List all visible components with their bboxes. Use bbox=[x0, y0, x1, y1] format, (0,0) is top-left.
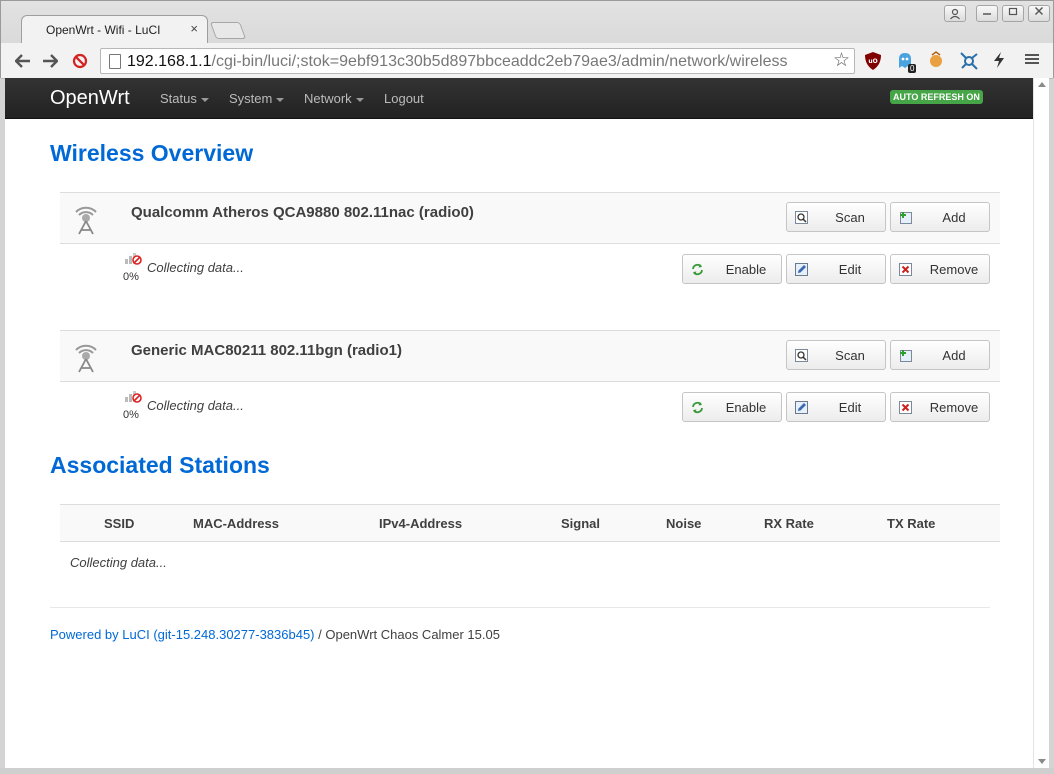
brand-logo[interactable]: OpenWrt bbox=[50, 87, 130, 110]
svg-text:uO: uO bbox=[868, 58, 877, 65]
page-icon bbox=[109, 54, 121, 69]
tab-close-icon[interactable]: × bbox=[190, 21, 198, 36]
maximize-icon[interactable] bbox=[1002, 5, 1024, 22]
signal-percent: 0% bbox=[123, 271, 139, 283]
wifi-device-icon bbox=[75, 206, 97, 235]
add-icon bbox=[900, 212, 912, 224]
column-header[interactable]: MAC-Address bbox=[193, 516, 279, 531]
column-header[interactable]: Noise bbox=[666, 516, 701, 531]
wifi-network-row: 0% Collecting data... Enable Edit Remove bbox=[60, 244, 1000, 294]
edit-icon bbox=[795, 401, 808, 414]
nav-network[interactable]: Network bbox=[304, 91, 364, 106]
lightning-icon[interactable] bbox=[992, 51, 1012, 71]
menu-icon[interactable] bbox=[1024, 51, 1044, 71]
column-header[interactable]: TX Rate bbox=[887, 516, 935, 531]
minimize-icon[interactable] bbox=[976, 5, 998, 22]
window-bottom-edge bbox=[0, 768, 1054, 774]
vertical-scrollbar[interactable] bbox=[1033, 78, 1049, 768]
ublock-icon[interactable]: uO bbox=[864, 51, 884, 71]
signal-none-icon bbox=[125, 391, 142, 403]
associated-stations-title: Associated Stations bbox=[50, 452, 270, 478]
add-icon bbox=[900, 350, 912, 362]
reload-icon bbox=[692, 401, 703, 414]
profile-icon[interactable] bbox=[944, 5, 966, 22]
extension-network-icon[interactable] bbox=[959, 51, 979, 71]
forward-icon[interactable] bbox=[40, 51, 60, 71]
edit-button[interactable]: Edit bbox=[786, 392, 886, 422]
column-header[interactable]: SSID bbox=[104, 516, 134, 531]
footer-divider bbox=[50, 607, 990, 608]
auto-refresh-toggle[interactable]: AUTO REFRESH ON bbox=[890, 90, 983, 104]
browser-tab[interactable]: OpenWrt - Wifi - LuCI × bbox=[21, 15, 208, 43]
edit-icon bbox=[795, 263, 808, 276]
signal-none-icon bbox=[125, 253, 142, 265]
scan-button[interactable]: Scan bbox=[786, 202, 886, 232]
wifi-network-row: 0% Collecting data... Enable Edit Remove bbox=[60, 382, 1000, 432]
stop-icon[interactable] bbox=[70, 51, 90, 71]
ghostery-icon[interactable]: 0 bbox=[896, 51, 917, 73]
remove-icon bbox=[899, 401, 912, 414]
tab-strip: OpenWrt - Wifi - LuCI × bbox=[1, 1, 1053, 43]
signal-percent: 0% bbox=[123, 409, 139, 421]
scan-icon bbox=[795, 211, 808, 224]
network-status: Collecting data... bbox=[147, 398, 244, 413]
radio-header: Qualcomm Atheros QCA9880 802.11nac (radi… bbox=[60, 192, 1000, 244]
nav-status[interactable]: Status bbox=[160, 91, 209, 106]
radio-name: Generic MAC80211 802.11bgn (radio1) bbox=[131, 342, 402, 359]
tab-title: OpenWrt - Wifi - LuCI bbox=[46, 23, 161, 37]
column-header[interactable]: IPv4-Address bbox=[379, 516, 462, 531]
remove-button[interactable]: Remove bbox=[890, 254, 990, 284]
navbar: OpenWrt Status System Network Logout AUT… bbox=[5, 78, 1033, 119]
new-tab-button[interactable] bbox=[209, 22, 247, 39]
back-icon[interactable] bbox=[13, 51, 33, 71]
nav-system[interactable]: System bbox=[229, 91, 285, 106]
radio-header: Generic MAC80211 802.11bgn (radio1) Scan… bbox=[60, 330, 1000, 382]
add-button[interactable]: Add bbox=[890, 202, 990, 232]
address-bar[interactable]: 192.168.1.1/cgi-bin/luci/;stok=9ebf913c3… bbox=[100, 48, 855, 74]
remove-button[interactable]: Remove bbox=[890, 392, 990, 422]
wireless-overview-title: Wireless Overview bbox=[50, 140, 254, 166]
wifi-device-icon bbox=[75, 344, 97, 373]
ghostery-badge: 0 bbox=[908, 64, 917, 73]
footer: Powered by LuCI (git-15.248.30277-3836b4… bbox=[50, 627, 500, 642]
chevron-down-icon bbox=[200, 97, 209, 102]
close-window-icon[interactable] bbox=[1028, 5, 1050, 22]
add-button[interactable]: Add bbox=[890, 340, 990, 370]
extension-orange-icon[interactable] bbox=[927, 51, 947, 71]
scroll-down-icon[interactable] bbox=[1038, 759, 1046, 764]
bookmark-star-icon[interactable]: ☆ bbox=[833, 49, 850, 72]
nav-logout[interactable]: Logout bbox=[384, 91, 424, 106]
edit-button[interactable]: Edit bbox=[786, 254, 886, 284]
reload-icon bbox=[692, 263, 703, 276]
browser-chrome: OpenWrt - Wifi - LuCI × 192.168.1.1/cgi-… bbox=[0, 0, 1054, 79]
enable-button[interactable]: Enable bbox=[682, 392, 782, 422]
scan-icon bbox=[795, 349, 808, 362]
url-text[interactable]: 192.168.1.1/cgi-bin/luci/;stok=9ebf913c3… bbox=[127, 53, 829, 71]
chevron-down-icon bbox=[355, 97, 364, 102]
radio-name: Qualcomm Atheros QCA9880 802.11nac (radi… bbox=[131, 204, 474, 221]
enable-button[interactable]: Enable bbox=[682, 254, 782, 284]
footer-version: / OpenWrt Chaos Calmer 15.05 bbox=[314, 627, 500, 642]
scan-button[interactable]: Scan bbox=[786, 340, 886, 370]
stations-table-header: SSID MAC-Address IPv4-Address Signal Noi… bbox=[60, 504, 1000, 542]
browser-toolbar: 192.168.1.1/cgi-bin/luci/;stok=9ebf913c3… bbox=[1, 43, 1053, 79]
remove-icon bbox=[899, 263, 912, 276]
network-status: Collecting data... bbox=[147, 260, 244, 275]
stations-empty-message: Collecting data... bbox=[70, 555, 167, 570]
column-header[interactable]: RX Rate bbox=[764, 516, 814, 531]
column-header[interactable]: Signal bbox=[561, 516, 600, 531]
chevron-down-icon bbox=[276, 97, 285, 102]
scroll-up-icon[interactable] bbox=[1038, 82, 1046, 87]
luci-link[interactable]: Powered by LuCI (git-15.248.30277-3836b4… bbox=[50, 627, 315, 642]
page-viewport: OpenWrt Status System Network Logout AUT… bbox=[5, 78, 1033, 768]
